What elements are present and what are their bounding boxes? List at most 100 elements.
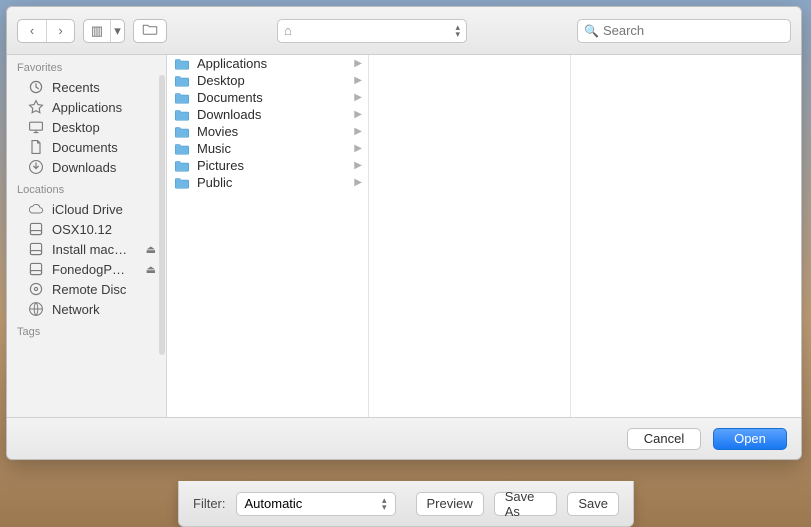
- network-icon: [27, 301, 45, 317]
- documents-icon: [27, 139, 45, 155]
- chevron-right-icon: ▶: [354, 160, 362, 171]
- sidebar-item-icloud-drive[interactable]: iCloud Drive: [7, 199, 166, 219]
- folder-icon: [173, 92, 191, 104]
- sidebar-item-label: FonedogP…: [52, 262, 125, 277]
- sidebar-item-label: OSX10.12: [52, 222, 112, 237]
- apps-icon: [27, 99, 45, 115]
- folder-name: Pictures: [197, 158, 348, 173]
- optical-icon: [27, 281, 45, 297]
- chevron-right-icon: ▶: [354, 58, 362, 69]
- sidebar-item-label: iCloud Drive: [52, 202, 123, 217]
- folder-name: Applications: [197, 56, 348, 71]
- sidebar-item-label: Recents: [52, 80, 100, 95]
- folder-row-applications[interactable]: Applications ▶: [167, 55, 368, 72]
- dialog-body: FavoritesRecentsApplicationsDesktopDocum…: [7, 55, 801, 417]
- chevron-right-icon: ▶: [354, 92, 362, 103]
- sidebar-item-label: Network: [52, 302, 100, 317]
- cancel-button[interactable]: Cancel: [627, 428, 701, 450]
- updown-icon: ▴▾: [382, 497, 387, 511]
- column-2: [571, 55, 773, 417]
- sidebar-section-header: Locations: [7, 177, 166, 199]
- columns-view-icon: ▥: [91, 23, 103, 39]
- folder-icon: [173, 143, 191, 155]
- chevron-right-icon: ▶: [354, 177, 362, 188]
- recents-icon: [27, 79, 45, 95]
- sidebar-item-label: Downloads: [52, 160, 116, 175]
- sidebar-item-label: Documents: [52, 140, 118, 155]
- file-open-dialog: ‹ › ▥ ▾ ⌂ ▴▾ 🔍 Favorites Recents Applicati…: [6, 6, 802, 460]
- sidebar-item-documents[interactable]: Documents: [7, 137, 166, 157]
- home-icon: ⌂: [284, 23, 292, 38]
- sidebar-item-label: Desktop: [52, 120, 100, 135]
- chevron-right-icon: ›: [58, 23, 62, 38]
- secondary-toolbar: Filter: Automatic ▴▾ Preview Save As Sav…: [178, 481, 634, 527]
- back-button[interactable]: ‹: [18, 20, 46, 42]
- chevron-right-icon: ▶: [354, 143, 362, 154]
- folder-name: Desktop: [197, 73, 348, 88]
- sidebar-item-applications[interactable]: Applications: [7, 97, 166, 117]
- chevron-right-icon: ▶: [354, 126, 362, 137]
- sidebar-item-fonedogp-[interactable]: FonedogP… ⏏: [7, 259, 166, 279]
- folder-name: Public: [197, 175, 348, 190]
- updown-icon: ▴▾: [455, 24, 460, 38]
- folder-row-movies[interactable]: Movies▶: [167, 123, 368, 140]
- search-field[interactable]: 🔍: [577, 19, 791, 43]
- disk-icon: [27, 221, 45, 237]
- save-as-button[interactable]: Save As: [494, 492, 558, 516]
- open-button[interactable]: Open: [713, 428, 787, 450]
- search-icon: 🔍: [584, 24, 599, 38]
- chevron-down-icon: ▾: [114, 23, 121, 39]
- path-popup[interactable]: ⌂ ▴▾: [277, 19, 467, 43]
- sidebar-item-network[interactable]: Network: [7, 299, 166, 319]
- folder-row-pictures[interactable]: Pictures ▶: [167, 157, 368, 174]
- eject-icon[interactable]: ⏏: [146, 263, 156, 276]
- folder-row-documents[interactable]: Documents ▶: [167, 89, 368, 106]
- sidebar-item-recents[interactable]: Recents: [7, 77, 166, 97]
- sidebar-item-downloads[interactable]: Downloads: [7, 157, 166, 177]
- new-folder-button[interactable]: [133, 19, 167, 43]
- folder-row-music[interactable]: Music ▶: [167, 140, 368, 157]
- sidebar-section-header: Favorites: [7, 55, 166, 77]
- folder-name: Documents: [197, 90, 348, 105]
- desktop-icon: [27, 119, 45, 135]
- folder-icon: [173, 126, 191, 138]
- chevron-right-icon: ▶: [354, 109, 362, 120]
- sidebar-item-label: Remote Disc: [52, 282, 126, 297]
- column-browser: Applications▶Desktop▶Documents▶Downloads…: [167, 55, 801, 417]
- search-input[interactable]: [603, 23, 784, 38]
- folder-icon: [173, 160, 191, 172]
- filter-label: Filter:: [193, 496, 226, 511]
- folder-icon: [173, 177, 191, 189]
- sidebar-item-label: Install mac…: [52, 242, 127, 257]
- folder-row-desktop[interactable]: Desktop ▶: [167, 72, 368, 89]
- sidebar-item-osx10-12[interactable]: OSX10.12: [7, 219, 166, 239]
- footer: Cancel Open: [7, 417, 801, 459]
- preview-button[interactable]: Preview: [416, 492, 484, 516]
- folder-name: Downloads: [197, 107, 348, 122]
- save-button[interactable]: Save: [567, 492, 619, 516]
- view-mode-popup[interactable]: ▥ ▾: [83, 19, 125, 43]
- folder-name: Music: [197, 141, 348, 156]
- sidebar-item-desktop[interactable]: Desktop: [7, 117, 166, 137]
- filter-popup[interactable]: Automatic ▴▾: [236, 492, 396, 516]
- eject-icon[interactable]: ⏏: [146, 243, 156, 256]
- column-0: Applications▶Desktop▶Documents▶Downloads…: [167, 55, 369, 417]
- toolbar: ‹ › ▥ ▾ ⌂ ▴▾ 🔍: [7, 7, 801, 55]
- folder-icon: [173, 109, 191, 121]
- sidebar-item-label: Applications: [52, 100, 122, 115]
- filter-value: Automatic: [245, 496, 303, 511]
- sidebar-item-install-mac-[interactable]: Install mac… ⏏: [7, 239, 166, 259]
- forward-button[interactable]: ›: [46, 20, 74, 42]
- sidebar-section-header: Tags: [7, 319, 166, 341]
- downloads-icon: [27, 159, 45, 175]
- folder-row-public[interactable]: Public ▶: [167, 174, 368, 191]
- disk-icon: [27, 261, 45, 277]
- nav-back-forward: ‹ ›: [17, 19, 75, 43]
- folder-row-downloads[interactable]: Downloads ▶: [167, 106, 368, 123]
- folder-icon: [142, 22, 158, 40]
- chevron-right-icon: ▶: [354, 75, 362, 86]
- sidebar-item-remote-disc[interactable]: Remote Disc: [7, 279, 166, 299]
- cloud-icon: [27, 201, 45, 217]
- column-1: [369, 55, 571, 417]
- disk-icon: [27, 241, 45, 257]
